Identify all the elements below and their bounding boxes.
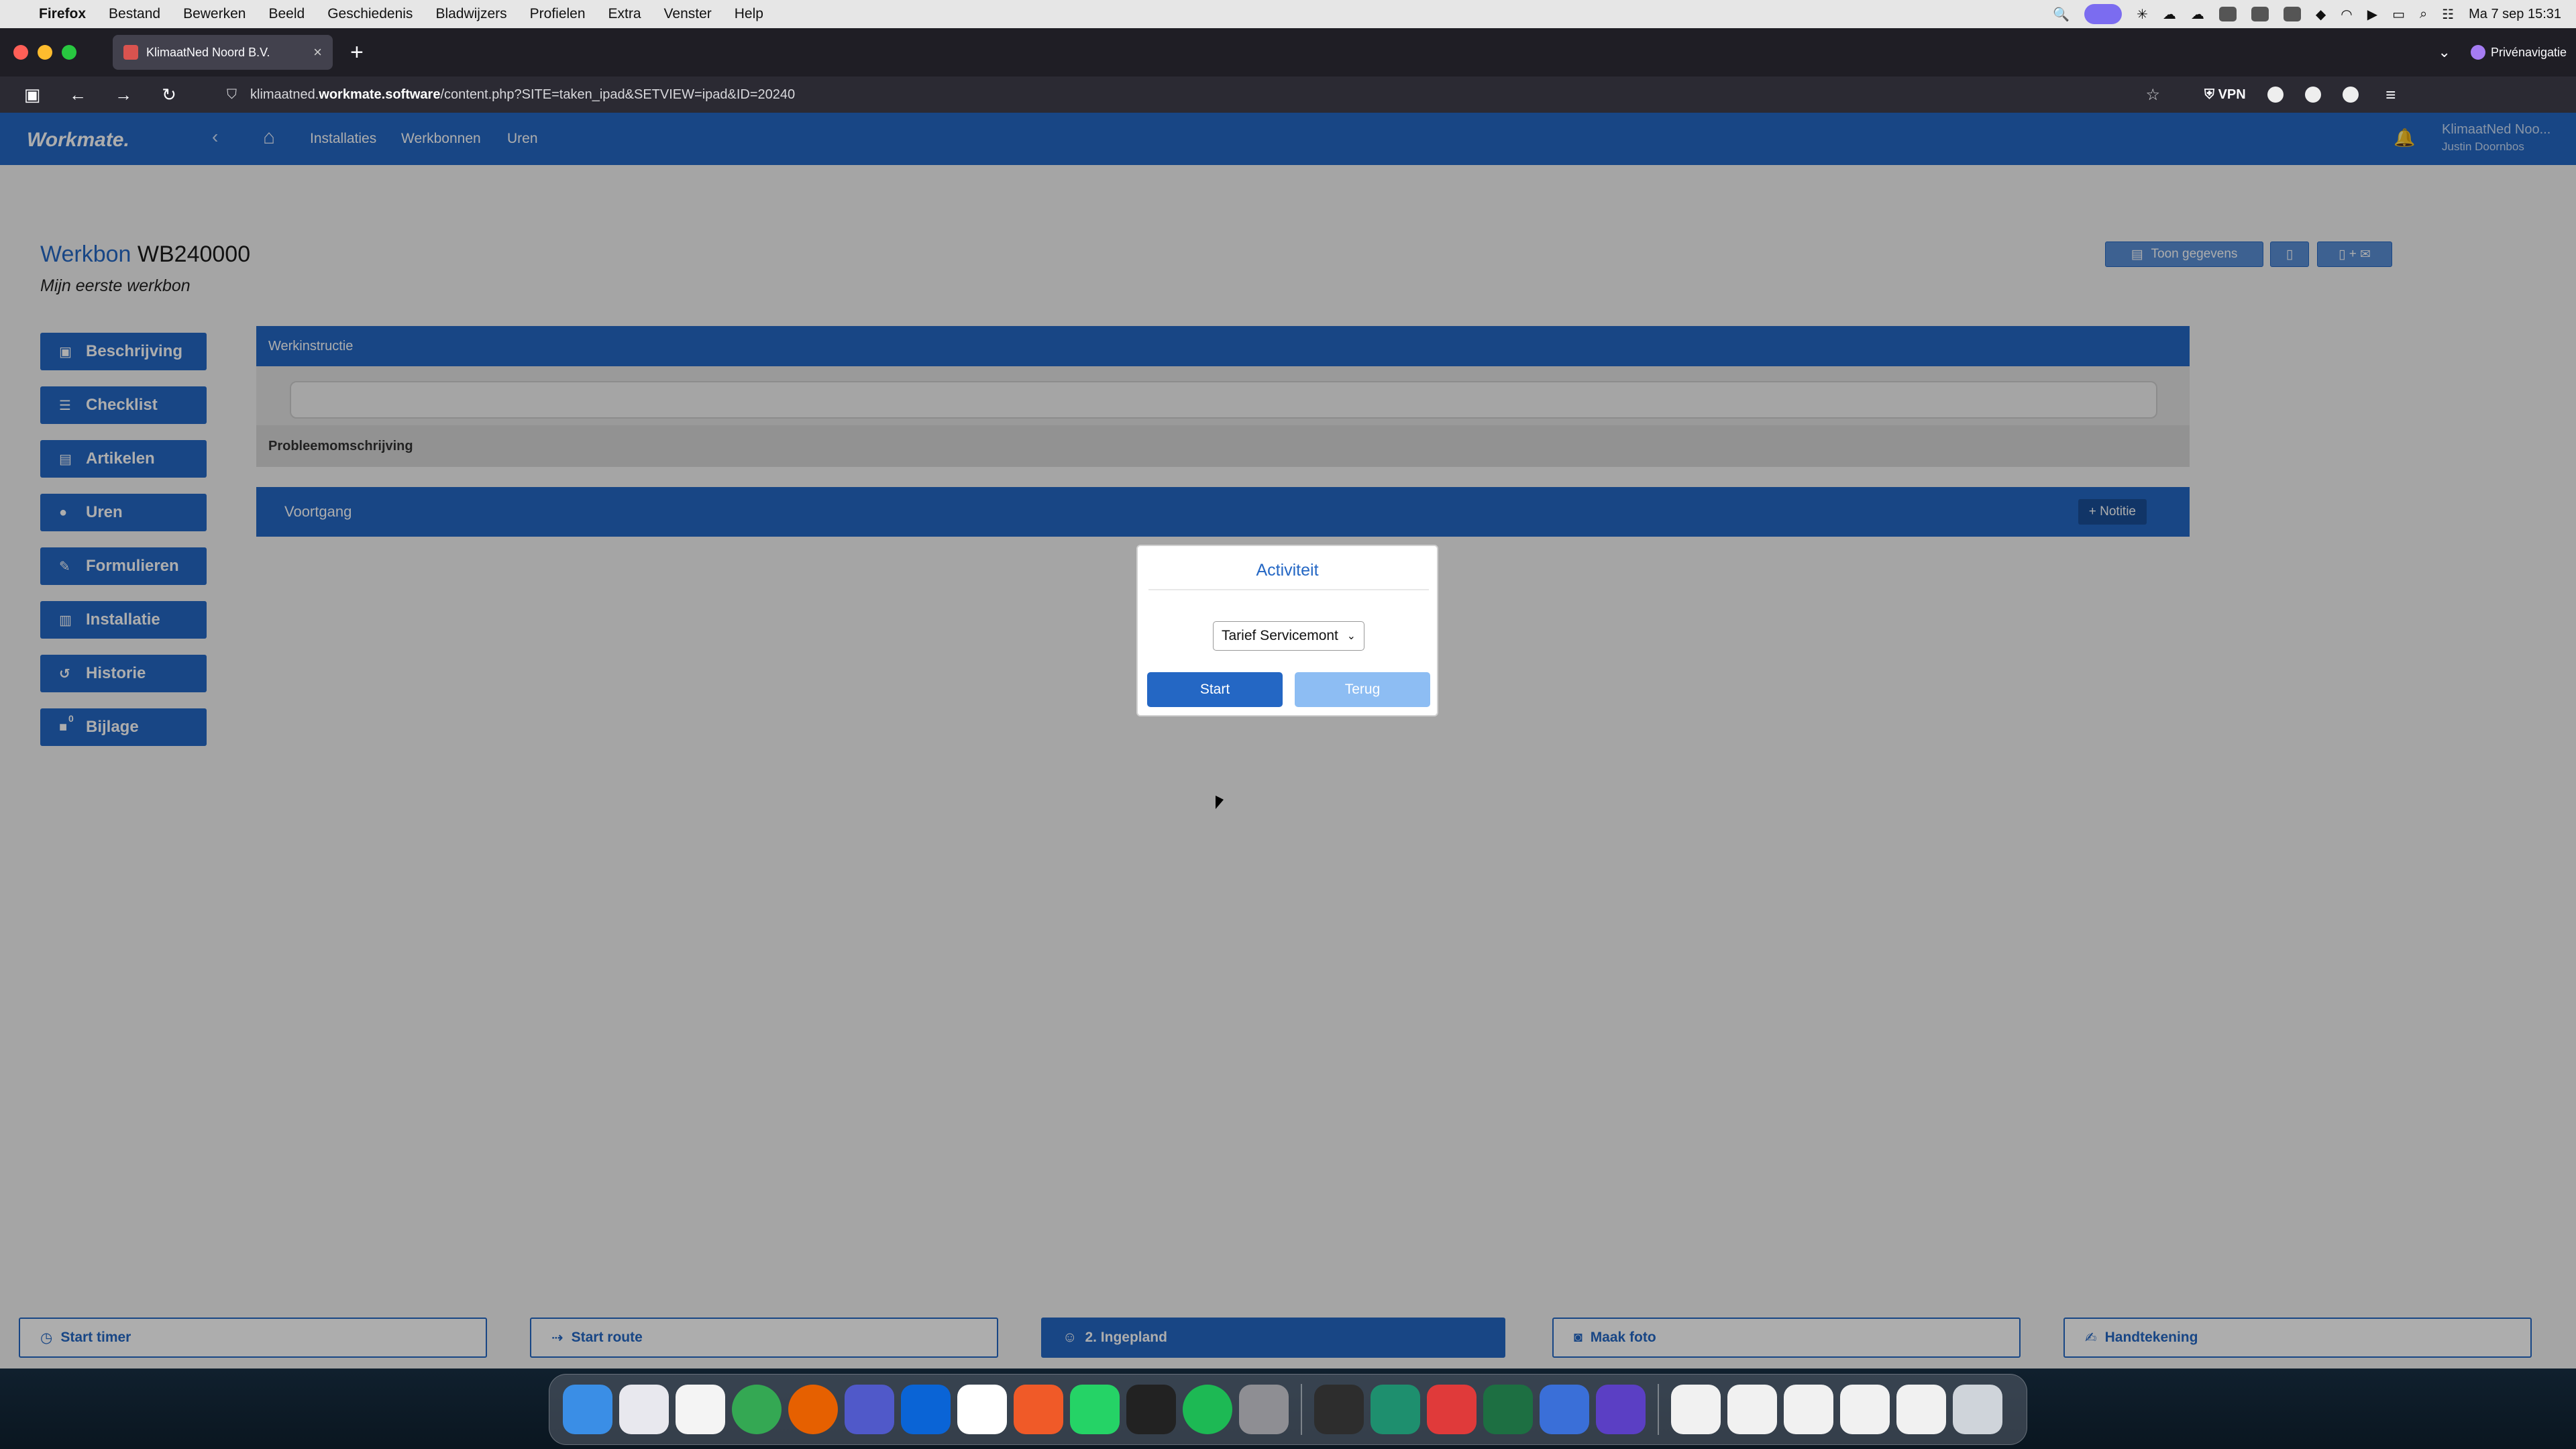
menu-icon[interactable]: ≡ — [2377, 85, 2404, 105]
forward-icon[interactable]: → — [110, 85, 137, 105]
sparkle-icon[interactable]: ✳ — [2137, 6, 2148, 23]
account-icon[interactable] — [2267, 87, 2284, 103]
chrome-icon[interactable] — [732, 1385, 782, 1434]
activiteit-dialog: Activiteit Tarief Servicemont ⌄ Start Te… — [1136, 545, 1438, 716]
url-path: /content.php?SITE=taken_ipad&SETVIEW=ipa… — [440, 87, 796, 102]
battery-icon[interactable]: ▭ — [2392, 6, 2405, 23]
grok-icon[interactable] — [1596, 1385, 1646, 1434]
vpn-label: VPN — [2218, 87, 2246, 102]
whatsapp-icon[interactable] — [1070, 1385, 1120, 1434]
reload-icon[interactable]: ↻ — [156, 85, 182, 105]
spotlight-icon[interactable]: ⌕ — [2420, 7, 2427, 22]
menu-item-beeld[interactable]: Beeld — [268, 6, 305, 22]
reminders-icon[interactable] — [676, 1385, 725, 1434]
spreadsheet-thumb-icon[interactable] — [1840, 1385, 1890, 1434]
system-settings-icon[interactable] — [1239, 1385, 1289, 1434]
browser-tab[interactable]: KlimaatNed Noord B.V. × — [113, 35, 333, 70]
claude-icon[interactable] — [1014, 1385, 1063, 1434]
dialog-divider — [1148, 589, 1429, 590]
terug-button[interactable]: Terug — [1295, 672, 1430, 707]
menu-item-profielen[interactable]: Profielen — [530, 6, 586, 22]
site-security-icon[interactable]: ⛉ — [227, 87, 237, 103]
play-icon[interactable]: ▶ — [2367, 6, 2377, 23]
url-prefix: klimaatned. — [250, 87, 319, 102]
wifi-icon[interactable]: ◠ — [2341, 6, 2352, 23]
address-bar[interactable]: ⛉ klimaatned. workmate.software/content.p… — [217, 81, 2169, 108]
notion-icon[interactable] — [957, 1385, 1007, 1434]
clock[interactable]: Ma 7 sep 15:31 — [2469, 7, 2561, 22]
private-mask-icon — [2470, 45, 2485, 60]
macos-menu-bar: Firefox Bestand Bewerken Beeld Geschiede… — [0, 0, 2576, 28]
private-browsing-label: Privénavigatie — [2490, 45, 2567, 59]
finder-icon[interactable] — [563, 1385, 612, 1434]
zoom-window-button[interactable] — [62, 45, 76, 60]
cloud-icon[interactable]: ☁ — [2163, 6, 2176, 23]
spotify-icon[interactable] — [1183, 1385, 1232, 1434]
menu-item-bestand[interactable]: Bestand — [109, 6, 160, 22]
chevron-down-icon: ⌄ — [1346, 631, 1356, 642]
firefox-icon[interactable] — [788, 1385, 838, 1434]
pdf-app-icon[interactable] — [1427, 1385, 1477, 1434]
outlook-icon[interactable] — [901, 1385, 951, 1434]
browser-nav-bar: ▣ ← → ↻ ⛉ klimaatned. workmate.software/c… — [0, 76, 2576, 113]
voice-memos-icon[interactable] — [1126, 1385, 1176, 1434]
firefox-view-icon[interactable] — [2342, 87, 2359, 103]
list-tabs-icon[interactable]: ⌄ — [2438, 44, 2451, 61]
teams-icon[interactable] — [845, 1385, 894, 1434]
pdf-icon[interactable] — [2251, 7, 2269, 21]
macos-dock — [549, 1374, 2027, 1445]
private-browsing-indicator: Privénavigatie — [2470, 45, 2567, 60]
start-button[interactable]: Start — [1147, 672, 1283, 707]
window-controls — [13, 45, 76, 60]
extensions-icon[interactable] — [2304, 87, 2321, 103]
sidebar-toggle-icon[interactable]: ▣ — [19, 85, 46, 105]
control-center-icon[interactable]: ☷ — [2442, 6, 2454, 23]
dock-separator — [1301, 1384, 1302, 1435]
menu-item-help[interactable]: Help — [735, 6, 763, 22]
modal-backdrop[interactable] — [0, 113, 2576, 1368]
activity-select-value: Tarief Servicemont — [1222, 628, 1338, 643]
menu-item-bladwijzers[interactable]: Bladwijzers — [435, 6, 506, 22]
favicon-icon — [123, 45, 138, 60]
dropbox-icon[interactable]: ◆ — [2316, 6, 2326, 23]
new-tab-icon[interactable]: + — [350, 40, 364, 66]
dock-separator — [1658, 1384, 1659, 1435]
search-app-icon[interactable]: 🔍 — [2053, 6, 2070, 23]
browser-tab-bar: KlimaatNed Noord B.V. × + ⌄ Privénavigat… — [0, 28, 2576, 76]
tab-title: KlimaatNed Noord B.V. — [146, 45, 270, 59]
excel-icon[interactable] — [1483, 1385, 1533, 1434]
notion-icon[interactable] — [2283, 7, 2301, 21]
web-content: Workmate. ‹ ⌂ Installaties Werkbonnen Ur… — [0, 113, 2576, 1368]
mouse-cursor-icon — [1216, 796, 1224, 809]
feather-app-icon[interactable] — [1371, 1385, 1420, 1434]
screen-share-icon[interactable] — [2084, 4, 2123, 24]
back-icon[interactable]: ← — [64, 85, 91, 105]
menu-item-geschiedenis[interactable]: Geschiedenis — [327, 6, 413, 22]
activity-select[interactable]: Tarief Servicemont ⌄ — [1213, 621, 1364, 651]
menu-extra-icon[interactable] — [2218, 7, 2237, 21]
spreadsheet-thumb-icon[interactable] — [1896, 1385, 1946, 1434]
spreadsheet-thumb-icon[interactable] — [1784, 1385, 1833, 1434]
document-icon[interactable] — [1671, 1385, 1721, 1434]
menu-item-extra[interactable]: Extra — [608, 6, 641, 22]
close-tab-icon[interactable]: × — [313, 44, 322, 61]
menu-app-name[interactable]: Firefox — [39, 6, 86, 22]
minimize-window-button[interactable] — [38, 45, 52, 60]
trash-icon[interactable] — [1953, 1385, 2002, 1434]
bookmark-star-icon[interactable]: ☆ — [2145, 85, 2160, 105]
menu-item-bewerken[interactable]: Bewerken — [183, 6, 246, 22]
dialog-title: Activiteit — [1256, 561, 1319, 580]
status-menu-extras: 🔍 ✳ ☁ ☁ ◆ ◠ ▶ ▭ ⌕ ☷ Ma 7 sep 15:31 — [2053, 4, 2561, 24]
close-window-button[interactable] — [13, 45, 28, 60]
url-domain: workmate.software — [319, 87, 441, 102]
spiral-app-icon[interactable] — [1314, 1385, 1364, 1434]
launchpad-icon[interactable] — [619, 1385, 669, 1434]
vpn-button[interactable]: ⛨ VPN — [2204, 87, 2246, 103]
menu-item-venster[interactable]: Venster — [664, 6, 712, 22]
cloud-sync-icon[interactable]: ☁ — [2191, 6, 2204, 23]
spreadsheet-thumb-icon[interactable] — [1727, 1385, 1777, 1434]
preview-icon[interactable] — [1540, 1385, 1589, 1434]
